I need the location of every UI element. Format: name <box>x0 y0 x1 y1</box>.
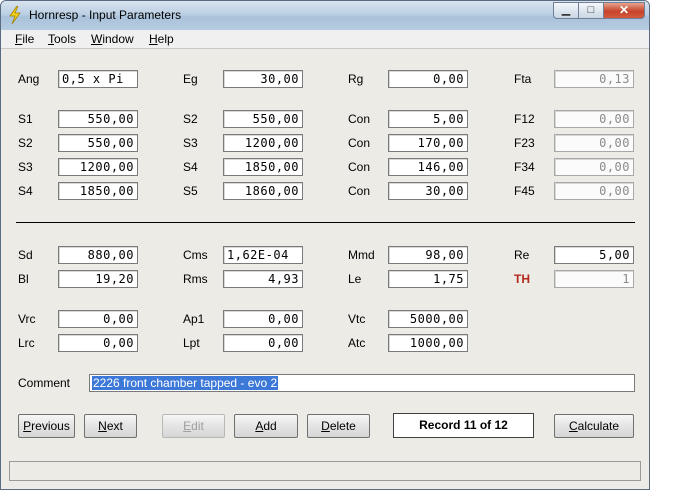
param-label-r8c2: Atc <box>348 336 366 350</box>
minimize-button[interactable]: ▁ <box>553 2 579 19</box>
title-bar[interactable]: Hornresp - Input Parameters ▁ □ ✕ <box>1 1 649 31</box>
param-field-r8c0[interactable]: 0,00 <box>58 334 138 352</box>
param-label-r3c1: S4 <box>183 160 198 174</box>
param-label-r0c2: Rg <box>348 72 364 86</box>
param-field-r7c1[interactable]: 0,00 <box>223 310 303 328</box>
param-field-r1c2[interactable]: 5,00 <box>388 110 468 128</box>
param-field-r1c3: 0,00 <box>554 110 634 128</box>
param-label-r0c0: Ang <box>18 72 40 86</box>
param-field-r0c2[interactable]: 0,00 <box>388 70 468 88</box>
param-label-r5c2: Mmd <box>348 248 375 262</box>
param-label-r8c1: Lpt <box>183 336 200 350</box>
param-label-r4c1: S5 <box>183 184 198 198</box>
param-field-r4c3: 0,00 <box>554 182 634 200</box>
param-label-r2c3: F23 <box>514 136 535 150</box>
status-bar <box>9 461 641 481</box>
param-label-r1c3: F12 <box>514 112 535 126</box>
param-label-r4c2: Con <box>348 184 371 198</box>
lightning-icon <box>9 6 21 24</box>
param-label-r3c3: F34 <box>514 160 535 174</box>
edit-button[interactable]: Edit <box>162 414 225 438</box>
param-label-r5c0: Sd <box>18 248 33 262</box>
param-field-r4c2[interactable]: 30,00 <box>388 182 468 200</box>
window-title: Hornresp - Input Parameters <box>29 8 182 22</box>
parameters-panel: Ang 0,5 x Pi Eg 30,00 Rg 0,00 Fta 0,13 S1 550,00 S… <box>1 49 649 489</box>
param-field-r4c1[interactable]: 1860,00 <box>223 182 303 200</box>
param-label-r1c0: S1 <box>18 112 33 126</box>
section-divider <box>16 222 635 223</box>
record-counter: Record 11 of 12 <box>393 413 534 438</box>
param-field-r6c0[interactable]: 19,20 <box>58 270 138 288</box>
param-field-r5c0[interactable]: 880,00 <box>58 246 138 264</box>
param-field-r6c3: 1 <box>554 270 634 288</box>
comment-text: 2226 front chamber tapped - evo 2 <box>92 376 279 390</box>
menu-file[interactable]: File <box>15 32 34 46</box>
param-field-r6c1[interactable]: 4,93 <box>223 270 303 288</box>
param-label-r2c2: Con <box>348 136 371 150</box>
param-label-r7c1: Ap1 <box>183 312 205 326</box>
param-field-r5c1[interactable]: 1,62E-04 <box>223 246 303 264</box>
param-field-r2c0[interactable]: 550,00 <box>58 134 138 152</box>
param-label-r3c2: Con <box>348 160 371 174</box>
main-window: Hornresp - Input Parameters ▁ □ ✕ File T… <box>0 0 650 490</box>
param-label-r3c0: S3 <box>18 160 33 174</box>
param-label-r0c3: Fta <box>514 72 532 86</box>
delete-button[interactable]: Delete <box>307 414 370 438</box>
param-label-r2c0: S2 <box>18 136 33 150</box>
param-label-r5c1: Cms <box>183 248 208 262</box>
param-label-r4c0: S4 <box>18 184 33 198</box>
param-field-r5c3[interactable]: 5,00 <box>554 246 634 264</box>
param-label-r6c2: Le <box>348 272 362 286</box>
param-field-r1c0[interactable]: 550,00 <box>58 110 138 128</box>
param-label-r6c0: Bl <box>18 272 29 286</box>
param-label-r8c0: Lrc <box>18 336 35 350</box>
maximize-button[interactable]: □ <box>578 2 604 19</box>
param-label-r0c1: Eg <box>183 72 198 86</box>
param-field-r4c0[interactable]: 1850,00 <box>58 182 138 200</box>
previous-button[interactable]: Previous <box>18 414 75 438</box>
param-label-r5c3: Re <box>514 248 530 262</box>
param-field-r0c3: 0,13 <box>554 70 634 88</box>
param-label-r1c1: S2 <box>183 112 198 126</box>
param-label-r2c1: S3 <box>183 136 198 150</box>
calculate-button[interactable]: Calculate <box>554 414 634 438</box>
param-label-r7c0: Vrc <box>18 312 36 326</box>
menu-tools[interactable]: Tools <box>48 32 76 46</box>
param-field-r3c2[interactable]: 146,00 <box>388 158 468 176</box>
param-field-r3c1[interactable]: 1850,00 <box>223 158 303 176</box>
param-field-r2c2[interactable]: 170,00 <box>388 134 468 152</box>
param-field-r6c2[interactable]: 1,75 <box>388 270 468 288</box>
add-button[interactable]: Add <box>234 414 298 438</box>
param-label-r1c2: Con <box>348 112 371 126</box>
param-field-r5c2[interactable]: 98,00 <box>388 246 468 264</box>
param-field-r2c1[interactable]: 1200,00 <box>223 134 303 152</box>
param-field-r3c3: 0,00 <box>554 158 634 176</box>
param-field-r1c1[interactable]: 550,00 <box>223 110 303 128</box>
comment-label: Comment <box>18 376 71 390</box>
param-field-r7c2[interactable]: 5000,00 <box>388 310 468 328</box>
menu-window[interactable]: Window <box>91 32 134 46</box>
next-button[interactable]: Next <box>84 414 137 438</box>
param-label-r7c2: Vtc <box>348 312 366 326</box>
param-field-r8c2[interactable]: 1000,00 <box>388 334 468 352</box>
param-label-r6c1: Rms <box>183 272 208 286</box>
param-label-r4c3: F45 <box>514 184 535 198</box>
param-label-r6c3: TH <box>514 272 530 286</box>
param-field-r0c0[interactable]: 0,5 x Pi <box>58 70 138 88</box>
param-field-r8c1[interactable]: 0,00 <box>223 334 303 352</box>
close-button[interactable]: ✕ <box>603 2 645 19</box>
param-field-r7c0[interactable]: 0,00 <box>58 310 138 328</box>
menu-help[interactable]: Help <box>149 32 174 46</box>
param-field-r2c3: 0,00 <box>554 134 634 152</box>
comment-input[interactable]: 2226 front chamber tapped - evo 2 <box>89 374 635 392</box>
menu-bar: File Tools Window Help <box>1 30 649 49</box>
param-field-r0c1[interactable]: 30,00 <box>223 70 303 88</box>
param-field-r3c0[interactable]: 1200,00 <box>58 158 138 176</box>
